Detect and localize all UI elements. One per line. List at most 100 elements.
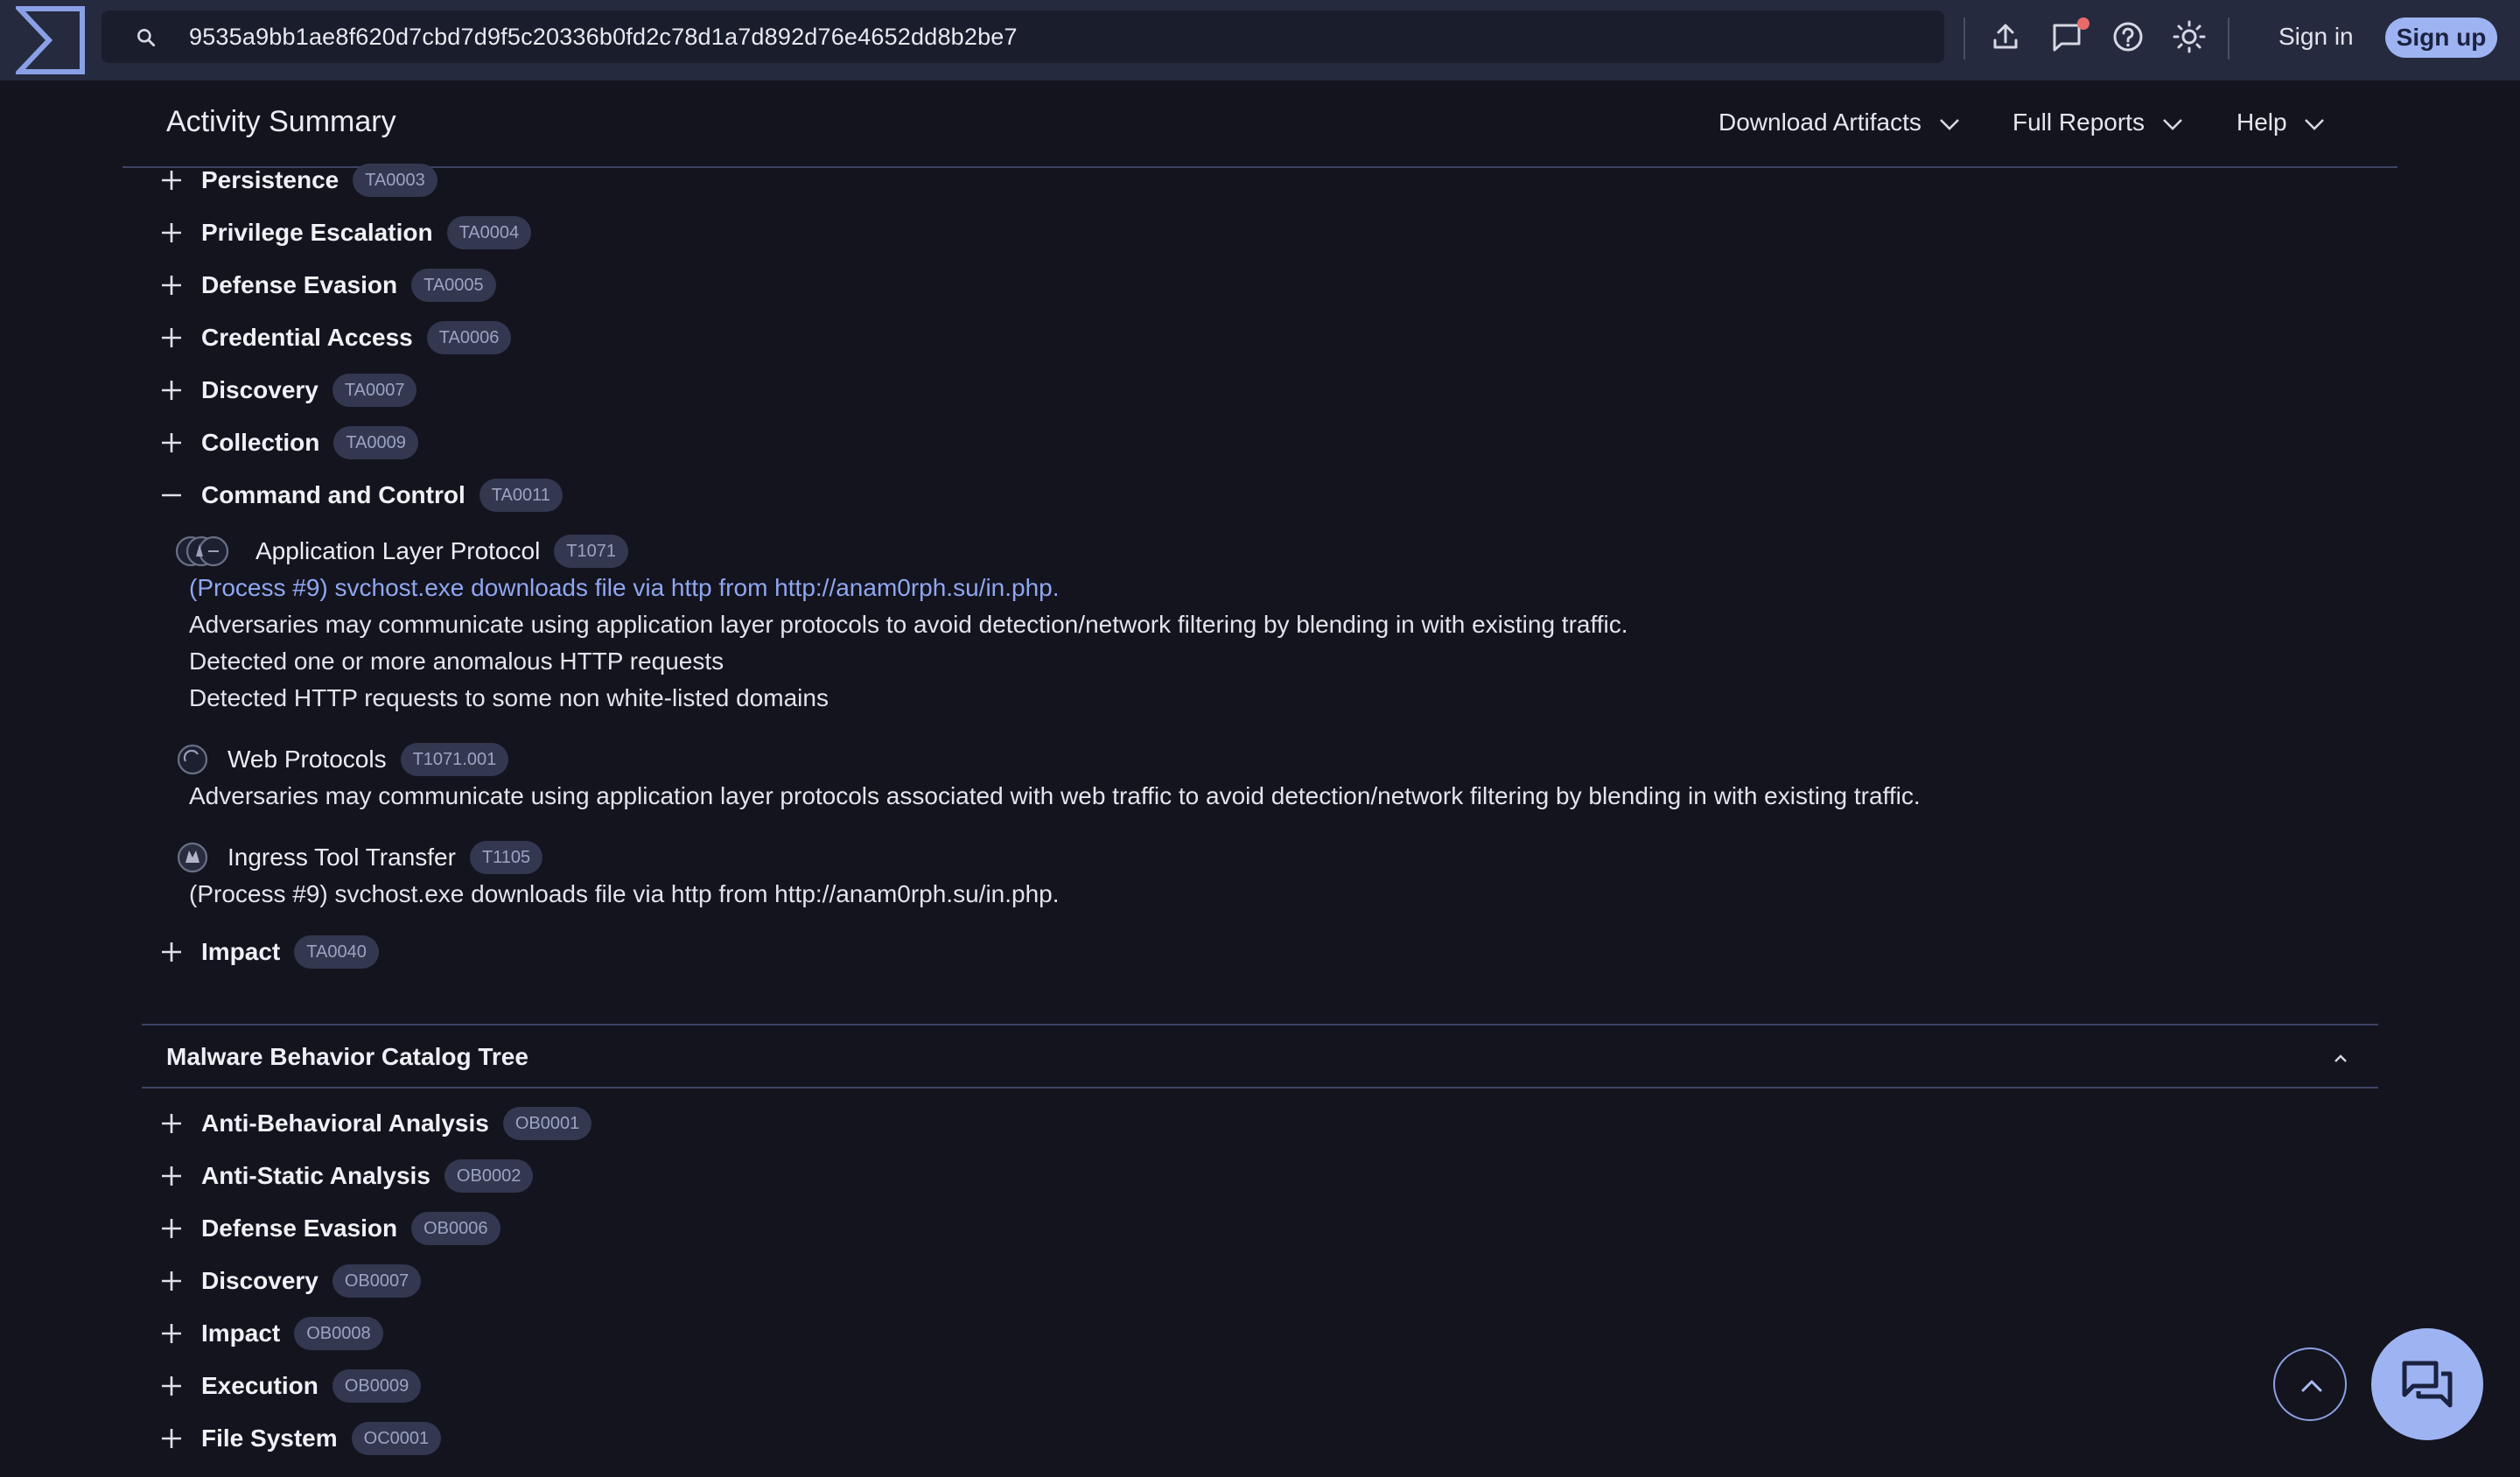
signature-text: (Process #9) svchost.exe downloads file … [189, 880, 1060, 907]
mbc-id-badge: OB0006 [411, 1212, 500, 1245]
menu-label: Full Reports [2012, 108, 2145, 136]
plus-icon[interactable] [159, 1321, 184, 1346]
mbc-label: Anti-Static Analysis [201, 1162, 430, 1189]
mbc-row[interactable]: Discovery OB0007 [159, 1264, 422, 1298]
toolbar-divider [1964, 18, 1965, 60]
tactic-label: Privilege Escalation [201, 219, 433, 246]
tactic-id-badge: TA0005 [411, 269, 496, 302]
upload-icon[interactable] [1988, 19, 2023, 54]
chevron-down-icon [2162, 118, 2182, 130]
chevron-down-icon [1939, 118, 1959, 130]
tactic-label: Collection [201, 429, 320, 456]
tactic-label: Defense Evasion [201, 271, 398, 298]
severity-icons [175, 742, 210, 777]
plus-icon[interactable] [159, 378, 184, 402]
tactic-id-badge: TA0011 [479, 479, 563, 512]
plus-icon[interactable] [159, 1269, 184, 1293]
plus-icon[interactable] [159, 168, 184, 192]
search-bar[interactable]: 9535a9bb1ae8f620d7cbd7d9f5c20336b0fd2c78… [102, 10, 1944, 63]
tactic-label: Credential Access [201, 324, 413, 351]
plus-icon[interactable] [159, 1111, 184, 1136]
tactic-row[interactable]: Collection TA0009 [159, 425, 418, 460]
tactic-label: Impact [201, 938, 281, 965]
signature-text: Adversaries may communicate using applic… [189, 611, 1628, 638]
theme-toggle-icon[interactable] [2172, 19, 2207, 54]
tactic-row[interactable]: Discovery TA0007 [159, 373, 417, 408]
mbc-label: Defense Evasion [201, 1214, 398, 1242]
mbc-row[interactable]: Execution OB0009 [159, 1368, 422, 1404]
technique-row[interactable]: Web Protocols T1071.001 [175, 742, 509, 777]
technique-id-badge: T1071 [554, 535, 629, 568]
signature-text: Detected HTTP requests to some non white… [189, 684, 829, 711]
plus-icon[interactable] [159, 940, 184, 964]
top-bar: 9535a9bb1ae8f620d7cbd7d9f5c20336b0fd2c78… [0, 0, 2520, 80]
mbc-label: Anti-Behavioral Analysis [201, 1110, 489, 1137]
signature-text: Adversaries may communicate using applic… [189, 782, 1921, 809]
mbc-label: File System [201, 1424, 338, 1452]
page-title: Activity Summary [166, 105, 396, 138]
menu-label: Help [2236, 108, 2287, 136]
plus-icon[interactable] [159, 1374, 184, 1398]
tactic-id-badge: TA0006 [426, 321, 512, 354]
sign-in-link[interactable]: Sign in [2278, 18, 2354, 56]
tactic-row[interactable]: Credential Access TA0006 [159, 320, 512, 355]
mbc-section-header[interactable]: Malware Behavior Catalog Tree [142, 1024, 2378, 1088]
tactic-label: Command and Control [201, 481, 466, 508]
severity-icon [177, 842, 208, 873]
severity-stack-icon [175, 536, 229, 567]
technique-row[interactable]: Application Layer Protocol T1071 [175, 534, 629, 569]
mbc-row[interactable]: File System OC0001 [159, 1421, 442, 1456]
vt-logo-icon[interactable] [16, 5, 86, 75]
technique-label: Web Protocols [228, 746, 387, 773]
tactic-row-expanded[interactable]: Command and Control TA0011 [159, 478, 563, 513]
download-artifacts-menu[interactable]: Download Artifacts [1718, 108, 1960, 136]
chevron-up-icon[interactable] [2329, 1046, 2352, 1069]
severity-icon [177, 744, 208, 775]
sign-up-button[interactable]: Sign up [2385, 18, 2497, 58]
mbc-label: Impact [201, 1320, 281, 1347]
chevron-down-icon [2305, 118, 2325, 130]
tactic-row[interactable]: Defense Evasion TA0005 [159, 268, 496, 303]
plus-icon[interactable] [159, 273, 184, 298]
notification-dot [2077, 18, 2090, 30]
plus-icon[interactable] [159, 220, 184, 245]
minus-icon[interactable] [159, 483, 184, 508]
mbc-id-badge: OB0002 [444, 1159, 534, 1193]
help-menu[interactable]: Help [2236, 108, 2325, 136]
technique-label: Ingress Tool Transfer [228, 844, 456, 871]
severity-icons [175, 840, 210, 875]
chat-button[interactable] [2371, 1328, 2483, 1440]
help-icon[interactable] [2110, 19, 2146, 54]
mbc-row[interactable]: Defense Evasion OB0006 [159, 1211, 500, 1246]
technique-label: Application Layer Protocol [256, 537, 541, 564]
mbc-id-badge: OB0007 [332, 1264, 422, 1298]
mbc-id-badge: OB0001 [502, 1107, 592, 1140]
mbc-label: Discovery [201, 1267, 318, 1294]
mbc-row[interactable]: Anti-Static Analysis OB0002 [159, 1158, 534, 1194]
mbc-row[interactable]: Anti-Behavioral Analysis OB0001 [159, 1106, 592, 1141]
section-title: Malware Behavior Catalog Tree [166, 1043, 528, 1070]
scroll-to-top-button[interactable] [2273, 1348, 2347, 1421]
plus-icon[interactable] [159, 430, 184, 455]
mbc-id-badge: OC0001 [351, 1422, 442, 1455]
plus-icon[interactable] [159, 326, 184, 350]
tactic-row[interactable]: Privilege Escalation TA0004 [159, 215, 532, 250]
tactic-id-badge: TA0009 [333, 426, 418, 459]
tactic-id-badge: TA0040 [294, 935, 379, 969]
mbc-label: Execution [201, 1372, 318, 1399]
tactic-row[interactable]: Impact TA0040 [159, 934, 379, 970]
full-reports-menu[interactable]: Full Reports [2012, 108, 2183, 136]
tactic-label: Discovery [201, 376, 318, 403]
mbc-row[interactable]: Impact OB0008 [159, 1316, 383, 1351]
activity-summary-header: Activity Summary Download Artifacts Full… [122, 80, 2398, 168]
search-input[interactable]: 9535a9bb1ae8f620d7cbd7d9f5c20336b0fd2c78… [189, 10, 1018, 63]
plus-icon[interactable] [159, 1216, 184, 1241]
tactic-id-badge: TA0004 [446, 216, 532, 249]
signature-link[interactable]: (Process #9) svchost.exe downloads file … [189, 570, 1060, 606]
tactic-id-badge: TA0007 [332, 374, 417, 407]
tactic-row[interactable]: Persistence TA0003 [159, 163, 438, 198]
plus-icon[interactable] [159, 1164, 184, 1188]
plus-icon[interactable] [159, 1426, 184, 1451]
technique-row[interactable]: Ingress Tool Transfer T1105 [175, 840, 543, 875]
technique-id-badge: T1071.001 [400, 743, 509, 776]
